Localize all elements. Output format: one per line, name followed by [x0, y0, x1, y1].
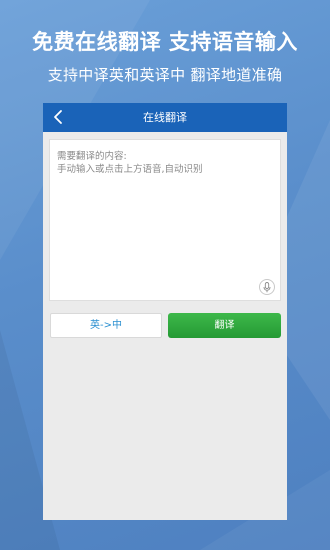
microphone-icon	[263, 282, 271, 293]
title-bar: 在线翻译	[43, 103, 287, 132]
promo-headline: 免费在线翻译 支持语音输入	[32, 30, 298, 54]
back-button[interactable]	[49, 107, 69, 127]
direction-toggle-button[interactable]: 英->中	[50, 313, 162, 338]
input-card	[49, 139, 281, 301]
voice-input-button[interactable]	[259, 279, 275, 295]
promo-subline: 支持中译英和英译中 翻译地道准确	[47, 66, 283, 84]
source-text-input[interactable]	[57, 150, 273, 280]
app-screen: 在线翻译 英->中 翻译	[43, 103, 287, 520]
chevron-left-icon	[54, 110, 62, 124]
page-title: 在线翻译	[143, 111, 187, 124]
translate-button[interactable]: 翻译	[168, 313, 281, 338]
